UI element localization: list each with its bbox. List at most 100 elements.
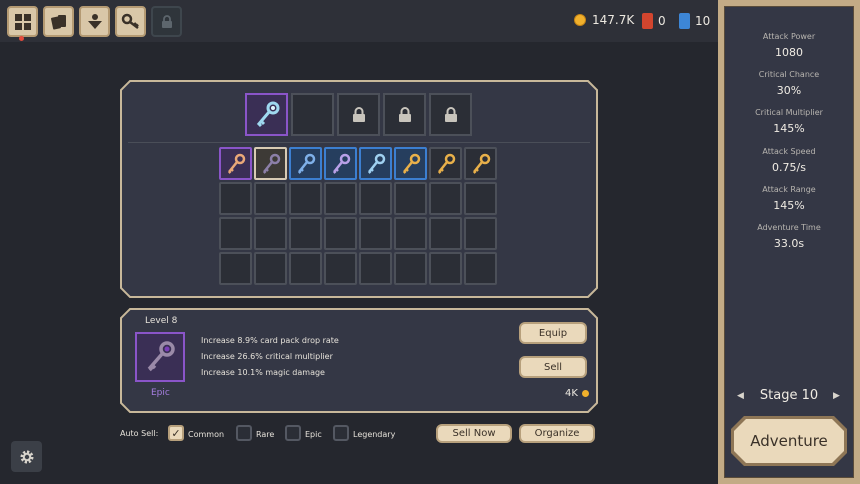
inventory-slot-empty[interactable] [324, 217, 357, 250]
check-icon: ✓ [171, 426, 181, 440]
inventory-slot-empty[interactable] [429, 252, 462, 285]
inventory-item-rare[interactable] [359, 147, 392, 180]
key-icon [227, 153, 245, 174]
stat-adventure-time-value: 33.0s [773, 237, 805, 250]
stat-attack-power-label: Attack Power [762, 32, 816, 41]
lock-icon [352, 106, 365, 122]
adventure-button[interactable]: Adventure [734, 419, 844, 463]
equipped-slot-4-locked [383, 93, 426, 136]
inventory-slot-empty[interactable] [289, 182, 322, 215]
inventory-item-epic[interactable] [219, 147, 252, 180]
inventory-slot-empty[interactable] [254, 217, 287, 250]
auto-sell-epic-checkbox[interactable] [285, 425, 301, 441]
settings-button[interactable] [11, 441, 42, 472]
red-card-amount: 0 [658, 14, 666, 28]
auto-sell-common-label: Common [188, 430, 225, 439]
key-icon [367, 153, 385, 174]
inventory-slot-empty[interactable] [359, 182, 392, 215]
notification-dot [19, 36, 24, 41]
key-icon [297, 153, 315, 174]
inventory-slot-empty[interactable] [394, 217, 427, 250]
auto-sell-legendary-label: Legendary [353, 430, 396, 439]
stat-attack-range-label: Attack Range [762, 185, 816, 194]
inventory-slot-empty[interactable] [464, 217, 497, 250]
item-stat-1: Increase 8.9% card pack drop rate [201, 336, 339, 345]
organize-button[interactable]: Organize [519, 424, 595, 443]
auto-sell-epic-label: Epic [305, 430, 322, 439]
key-icon [256, 101, 279, 127]
locked-menu-button[interactable] [151, 6, 182, 37]
inventory-slot-empty[interactable] [464, 182, 497, 215]
equipped-slot-5-locked [429, 93, 472, 136]
key-icon [262, 153, 280, 174]
auto-sell-label: Auto Sell: [120, 429, 159, 438]
inventory-slot-empty[interactable] [219, 182, 252, 215]
stage-next-button[interactable]: ▶ [833, 391, 840, 401]
key-icon [402, 153, 420, 174]
coin-icon [574, 14, 586, 26]
coin-icon [581, 390, 589, 397]
gear-icon [20, 450, 33, 463]
sell-now-button[interactable]: Sell Now [436, 424, 512, 443]
stat-critical-chance-value: 30% [776, 84, 802, 97]
auto-sell-rare-label: Rare [256, 430, 275, 439]
lock-icon [444, 106, 457, 122]
cards-icon [50, 14, 66, 30]
inventory-slot-empty[interactable] [324, 252, 357, 285]
inventory-item-none[interactable] [464, 147, 497, 180]
inventory-slot-empty[interactable] [254, 182, 287, 215]
inventory-slot-empty[interactable] [324, 182, 357, 215]
auto-sell-rare-checkbox[interactable] [236, 425, 252, 441]
stat-adventure-time-label: Adventure Time [757, 223, 821, 232]
inventory-item-none[interactable] [429, 147, 462, 180]
inventory-slot-empty[interactable] [464, 252, 497, 285]
grid-icon [14, 13, 31, 30]
inventory-slot-empty[interactable] [289, 252, 322, 285]
inventory-item-rare[interactable] [324, 147, 357, 180]
upgrade-icon [87, 13, 102, 29]
gold-counter: 147.7K [574, 13, 634, 27]
equip-button[interactable]: Equip [519, 322, 587, 344]
inventory-slot-empty[interactable] [394, 252, 427, 285]
inventory-slot-empty[interactable] [219, 217, 252, 250]
inventory-item-rare[interactable] [289, 147, 322, 180]
inventory-slot-empty[interactable] [219, 252, 252, 285]
auto-sell-common-checkbox[interactable]: ✓ [168, 425, 184, 441]
item-stat-3: Increase 10.1% magic damage [201, 368, 325, 377]
stat-attack-range-value: 145% [773, 199, 805, 212]
equipped-slot-1[interactable] [245, 93, 288, 136]
gold-amount: 147.7K [592, 13, 635, 27]
inventory-slot-empty[interactable] [359, 252, 392, 285]
red-card-icon [642, 13, 653, 29]
keys-menu-button[interactable] [115, 6, 146, 37]
inventory-item-common[interactable] [254, 147, 287, 180]
upgrade-menu-button[interactable] [79, 6, 110, 37]
sell-price-value: 4K [565, 388, 578, 399]
inventory-slot-empty[interactable] [359, 217, 392, 250]
equipped-slot-3-locked [337, 93, 380, 136]
blue-card-counter: 10 [679, 13, 710, 29]
item-rarity: Epic [151, 388, 170, 398]
inventory-divider [128, 142, 590, 143]
inventory-menu-button[interactable] [7, 6, 38, 37]
inventory-item-rare[interactable] [394, 147, 427, 180]
inventory-slot-empty[interactable] [289, 217, 322, 250]
lock-icon [161, 14, 172, 28]
equipped-slot-2[interactable] [291, 93, 334, 136]
stat-attack-speed-value: 0.75/s [772, 161, 806, 174]
stat-attack-power-value: 1080 [775, 46, 803, 59]
inventory-slot-empty[interactable] [394, 182, 427, 215]
inventory-slot-empty[interactable] [254, 252, 287, 285]
key-icon [332, 153, 350, 174]
sell-button[interactable]: Sell [519, 356, 587, 378]
auto-sell-legendary-checkbox[interactable] [333, 425, 349, 441]
inventory-slot-empty[interactable] [429, 182, 462, 215]
selected-item-icon [135, 332, 185, 382]
stat-attack-speed-label: Attack Speed [762, 147, 816, 156]
inventory-slot-empty[interactable] [429, 217, 462, 250]
red-card-counter: 0 [642, 13, 666, 29]
key-icon [147, 341, 175, 372]
blue-card-icon [679, 13, 690, 29]
item-stat-2: Increase 26.6% critical multiplier [201, 352, 333, 361]
cards-menu-button[interactable] [43, 6, 74, 37]
